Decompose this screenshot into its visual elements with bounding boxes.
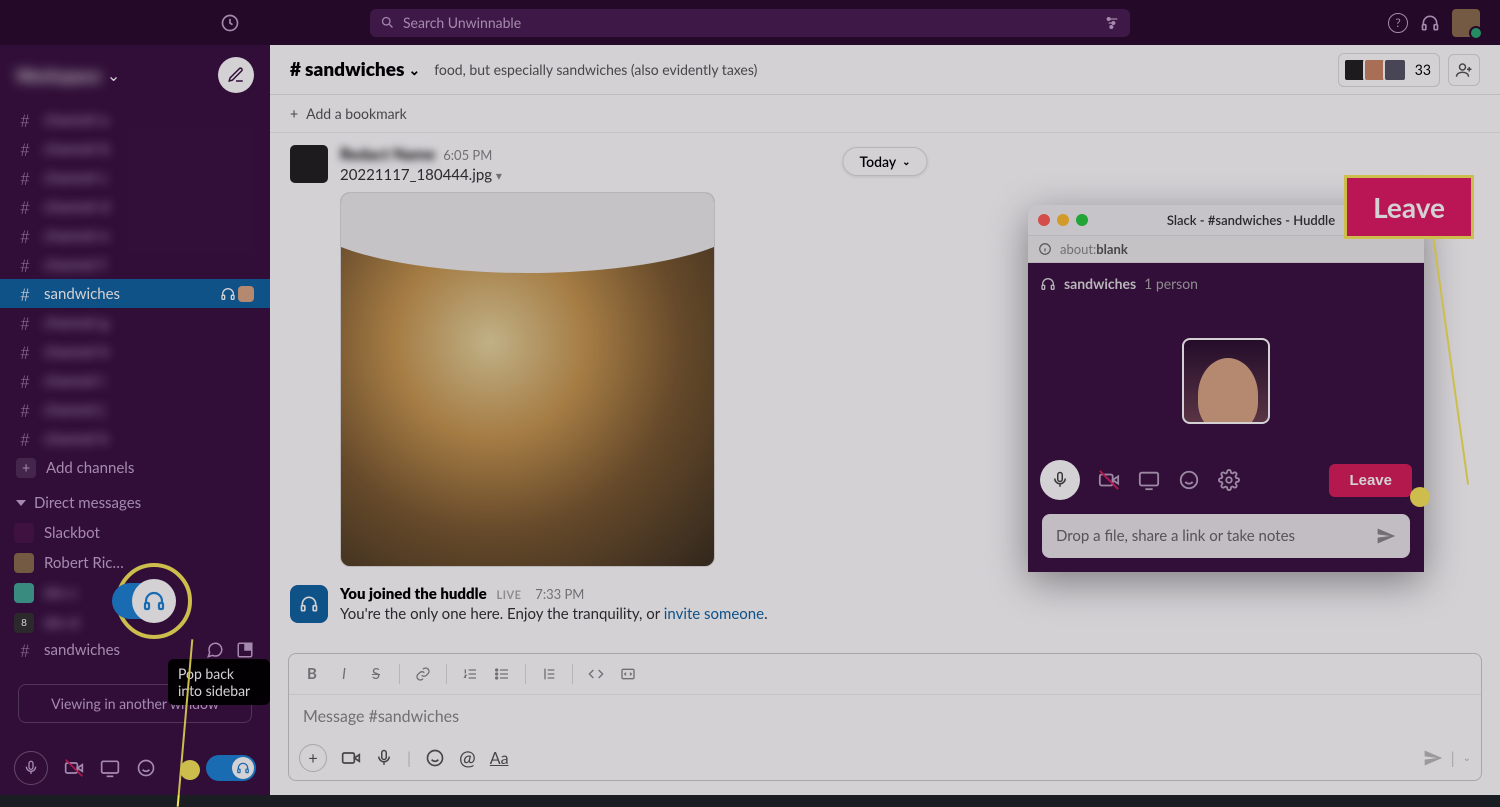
send-button[interactable] (1423, 748, 1443, 768)
camera-off-icon[interactable] (1098, 469, 1120, 491)
composer-input[interactable]: Message #sandwiches (289, 695, 1481, 738)
strike-button[interactable]: S (361, 660, 391, 688)
search-icon (380, 15, 395, 30)
huddle-participant-avatar (238, 286, 254, 302)
emoji-button[interactable] (425, 748, 445, 768)
dm-section-header[interactable]: Direct messages (0, 488, 270, 518)
channel-item[interactable]: #channel-i (0, 366, 270, 395)
channel-item[interactable]: #channel-d (0, 192, 270, 221)
italic-button[interactable]: I (329, 660, 359, 688)
message-avatar[interactable] (290, 145, 328, 183)
history-icon[interactable] (220, 13, 240, 33)
channel-item[interactable]: #channel-j (0, 395, 270, 424)
audio-button[interactable] (375, 749, 393, 767)
huddle-icon (290, 585, 328, 623)
thread-icon[interactable] (206, 641, 224, 659)
popout-icon[interactable] (236, 641, 254, 659)
emoji-icon[interactable] (1178, 469, 1200, 491)
bullet-list-button[interactable] (487, 660, 517, 688)
link-button[interactable] (408, 660, 438, 688)
channel-topic[interactable]: food, but especially sandwiches (also ev… (434, 61, 757, 78)
participant-video[interactable] (1182, 338, 1270, 424)
channel-item[interactable]: #channel-c (0, 163, 270, 192)
sidebar: Workspace ⌄ #channel-a #channel-b #chann… (0, 45, 270, 795)
bold-button[interactable]: B (297, 660, 327, 688)
mic-button[interactable] (14, 751, 48, 785)
top-bar: Search Unwinnable ? (0, 0, 1500, 45)
system-message: You joined the huddle LIVE 7:33 PM You'r… (270, 571, 1500, 633)
gear-icon[interactable] (1218, 469, 1240, 491)
code-button[interactable] (581, 660, 611, 688)
message-time: 6:05 PM (443, 147, 492, 163)
url-bar: about:blank (1028, 235, 1424, 263)
channel-header: # sandwiches ⌄ food, but especially sand… (270, 45, 1500, 95)
channel-item[interactable]: #channel-e (0, 221, 270, 250)
channel-item[interactable]: #channel-a (0, 105, 270, 134)
huddle-window: Leave Slack - #sandwiches - Huddle about… (1028, 205, 1424, 572)
huddle-channel-info[interactable]: sandwiches 1 person (1040, 275, 1412, 292)
info-icon (1038, 242, 1052, 256)
channel-item[interactable]: #channel-g (0, 308, 270, 337)
camera-off-icon[interactable] (64, 758, 84, 778)
date-divider[interactable]: Today⌄ (842, 147, 927, 176)
huddle-toggle-highlight (116, 563, 192, 639)
channel-item-active[interactable]: #sandwiches (0, 279, 270, 308)
search-input[interactable]: Search Unwinnable (370, 9, 1130, 37)
image-attachment[interactable] (340, 192, 715, 567)
mic-button[interactable] (1040, 460, 1080, 500)
huddle-notes-input[interactable]: Drop a file, share a link or take notes (1042, 514, 1410, 558)
annotation-marker (180, 760, 200, 780)
huddle-popin-button[interactable] (132, 579, 176, 623)
add-people-button[interactable] (1448, 54, 1480, 86)
tooltip: Pop back into sidebar (168, 659, 270, 705)
headphones-icon[interactable] (1420, 13, 1440, 33)
send-icon[interactable] (1376, 526, 1396, 546)
message-composer[interactable]: B I S Message #sandwiches + | (288, 653, 1482, 781)
huddle-controls-bar (0, 751, 270, 785)
screen-share-icon[interactable] (1138, 469, 1160, 491)
user-avatar[interactable] (1452, 9, 1480, 37)
traffic-lights[interactable] (1038, 214, 1088, 226)
members-button[interactable]: 33 (1338, 53, 1440, 87)
screen-share-icon[interactable] (100, 758, 120, 778)
help-icon[interactable]: ? (1388, 13, 1408, 33)
invite-link[interactable]: invite someone (664, 605, 764, 623)
leave-callout: Leave (1344, 175, 1474, 239)
message-author[interactable]: Redact Name (340, 145, 435, 164)
channel-item[interactable]: #channel-f (0, 250, 270, 279)
video-button[interactable] (341, 748, 361, 768)
channel-item[interactable]: #channel-h (0, 337, 270, 366)
channel-pane: # sandwiches ⌄ food, but especially sand… (270, 45, 1500, 795)
emoji-icon[interactable] (136, 758, 156, 778)
bookmark-bar[interactable]: +Add a bookmark (270, 95, 1500, 133)
add-channels[interactable]: +Add channels (0, 453, 270, 482)
channel-label: sandwiches (44, 285, 120, 303)
quote-button[interactable] (534, 660, 564, 688)
compose-button[interactable] (218, 57, 254, 93)
search-placeholder: Search Unwinnable (403, 14, 521, 31)
filter-icon[interactable] (1104, 15, 1120, 31)
mention-button[interactable]: @ (459, 746, 476, 770)
channel-item[interactable]: #channel-b (0, 134, 270, 163)
format-toggle[interactable]: Aa (490, 749, 509, 768)
huddle-toggle[interactable] (206, 755, 256, 781)
send-options[interactable]: ⌄ (1463, 752, 1471, 764)
chevron-down-icon: ⌄ (107, 66, 120, 85)
caret-down-icon (16, 500, 26, 506)
ordered-list-button[interactable] (455, 660, 485, 688)
attach-button[interactable]: + (299, 744, 327, 772)
leave-button[interactable]: Leave (1329, 464, 1412, 497)
dm-item[interactable]: Slackbot (0, 518, 270, 548)
codeblock-button[interactable] (613, 660, 643, 688)
workspace-name[interactable]: Workspace (16, 65, 101, 86)
headphones-icon (220, 286, 236, 302)
format-toolbar: B I S (289, 654, 1481, 695)
channel-title[interactable]: # sandwiches ⌄ (290, 58, 420, 81)
channel-item[interactable]: #channel-k (0, 424, 270, 453)
annotation-marker (1410, 487, 1430, 507)
